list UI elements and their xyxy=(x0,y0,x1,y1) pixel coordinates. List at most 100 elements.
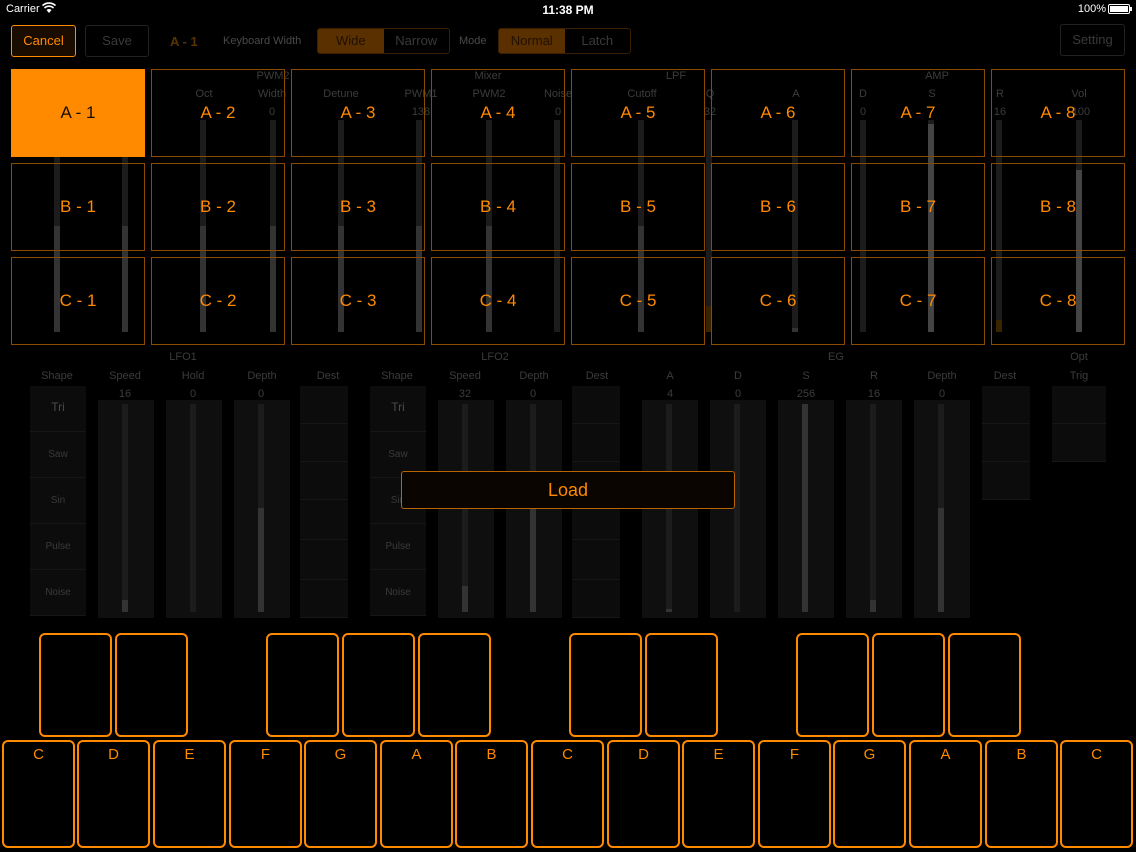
preset-a-7[interactable]: A - 7 xyxy=(851,69,985,157)
save-button[interactable]: Save xyxy=(85,25,149,57)
lfo1-shape-pulse[interactable]: Pulse xyxy=(30,524,86,570)
lfo1-dest-option[interactable] xyxy=(300,540,348,580)
white-key-e[interactable]: E xyxy=(682,740,755,848)
preset-b-8[interactable]: B - 8 xyxy=(991,163,1125,251)
preset-b-2[interactable]: B - 2 xyxy=(151,163,285,251)
preset-a-6[interactable]: A - 6 xyxy=(711,69,845,157)
white-key-d[interactable]: D xyxy=(77,740,150,848)
preset-c-2[interactable]: C - 2 xyxy=(151,257,285,345)
lfo2-dest-option[interactable] xyxy=(572,386,620,424)
black-key-f-sharp[interactable] xyxy=(796,633,869,737)
white-key-b[interactable]: B xyxy=(455,740,528,848)
eg-dest-option[interactable] xyxy=(982,424,1030,462)
white-key-f[interactable]: F xyxy=(758,740,831,848)
param-label: Speed xyxy=(449,370,481,382)
battery-percent: 100% xyxy=(1077,3,1106,15)
param-value: 0 xyxy=(189,388,197,400)
param-value: 0 xyxy=(529,388,537,400)
width-narrow-option[interactable]: Narrow xyxy=(384,29,450,53)
white-key-d[interactable]: D xyxy=(607,740,680,848)
lfo1-dest-option[interactable] xyxy=(300,386,348,424)
white-key-f[interactable]: F xyxy=(229,740,302,848)
lfo2-dest-option[interactable] xyxy=(572,580,620,618)
lfo1-dest-option[interactable] xyxy=(300,424,348,462)
preset-c-4[interactable]: C - 4 xyxy=(431,257,565,345)
lfo2-shape-tri[interactable]: Tri xyxy=(370,386,426,432)
lfo1-dest-option[interactable] xyxy=(300,580,348,618)
preset-b-1[interactable]: B - 1 xyxy=(11,163,145,251)
param-label: Shape xyxy=(381,370,413,382)
param-value: 16 xyxy=(118,388,132,400)
black-key-c-sharp[interactable] xyxy=(39,633,112,737)
preset-c-8[interactable]: C - 8 xyxy=(991,257,1125,345)
eg-dest-option[interactable] xyxy=(982,386,1030,424)
black-key-g-sharp[interactable] xyxy=(342,633,415,737)
lfo1-dest-option[interactable] xyxy=(300,500,348,540)
keyboard-width-label: Keyboard Width xyxy=(223,35,302,47)
opt-trig-option[interactable] xyxy=(1052,386,1106,424)
lfo2-shape-noise[interactable]: Noise xyxy=(370,570,426,616)
preset-a-5[interactable]: A - 5 xyxy=(571,69,705,157)
lfo1-shape-saw[interactable]: Saw xyxy=(30,432,86,478)
keyboard-width-segmented: Wide Narrow xyxy=(317,28,450,54)
preset-b-5[interactable]: B - 5 xyxy=(571,163,705,251)
lfo2-dest-option[interactable] xyxy=(572,424,620,462)
param-value: 0 xyxy=(734,388,742,400)
white-key-g[interactable]: G xyxy=(833,740,906,848)
black-key-a-sharp[interactable] xyxy=(948,633,1021,737)
eg-dest-option[interactable] xyxy=(982,462,1030,500)
setting-button[interactable]: Setting xyxy=(1060,24,1125,56)
param-value: 4 xyxy=(666,388,674,400)
preset-c-6[interactable]: C - 6 xyxy=(711,257,845,345)
toolbar: Cancel Save A - 1 Keyboard Width Wide Na… xyxy=(0,24,1136,60)
white-key-a[interactable]: A xyxy=(909,740,982,848)
preset-c-3[interactable]: C - 3 xyxy=(291,257,425,345)
param-label: R xyxy=(870,370,878,382)
white-key-c[interactable]: C xyxy=(2,740,75,848)
mode-latch-option[interactable]: Latch xyxy=(565,29,631,53)
preset-c-5[interactable]: C - 5 xyxy=(571,257,705,345)
lfo1-shape-tri[interactable]: Tri xyxy=(30,386,86,432)
preset-c-1[interactable]: C - 1 xyxy=(11,257,145,345)
black-key-g-sharp[interactable] xyxy=(872,633,945,737)
lfo2-dest-option[interactable] xyxy=(572,540,620,580)
white-key-a[interactable]: A xyxy=(380,740,453,848)
black-key-a-sharp[interactable] xyxy=(418,633,491,737)
preset-c-7[interactable]: C - 7 xyxy=(851,257,985,345)
param-label: Depth xyxy=(247,370,277,382)
preset-a-4[interactable]: A - 4 xyxy=(431,69,565,157)
param-label: Dest xyxy=(316,370,340,382)
lfo1-shape-noise[interactable]: Noise xyxy=(30,570,86,616)
lfo1-dest-option[interactable] xyxy=(300,462,348,500)
preset-b-4[interactable]: B - 4 xyxy=(431,163,565,251)
slider-track xyxy=(122,404,128,612)
white-key-b[interactable]: B xyxy=(985,740,1058,848)
white-key-g[interactable]: G xyxy=(304,740,377,848)
width-wide-option[interactable]: Wide xyxy=(318,29,384,53)
status-bar: Carrier 11:38 PM 100% xyxy=(0,0,1136,20)
lfo2-shape-pulse[interactable]: Pulse xyxy=(370,524,426,570)
mode-normal-option[interactable]: Normal xyxy=(499,29,565,53)
preset-b-6[interactable]: B - 6 xyxy=(711,163,845,251)
white-key-c[interactable]: C xyxy=(531,740,604,848)
cancel-button[interactable]: Cancel xyxy=(11,25,76,57)
black-key-d-sharp[interactable] xyxy=(645,633,718,737)
lfo1-shape-sin[interactable]: Sin xyxy=(30,478,86,524)
preset-a-2[interactable]: A - 2 xyxy=(151,69,285,157)
black-key-d-sharp[interactable] xyxy=(115,633,188,737)
param-label: Shape xyxy=(41,370,73,382)
preset-grid: A - 1 A - 2 A - 3 A - 4 A - 5 A - 6 A - … xyxy=(11,69,1125,345)
opt-trig-option[interactable] xyxy=(1052,424,1106,462)
white-key-e[interactable]: E xyxy=(153,740,226,848)
preset-a-3[interactable]: A - 3 xyxy=(291,69,425,157)
black-key-f-sharp[interactable] xyxy=(266,633,339,737)
black-key-c-sharp[interactable] xyxy=(569,633,642,737)
param-label: S xyxy=(802,370,810,382)
group-label-eg: EG xyxy=(828,351,844,363)
preset-b-3[interactable]: B - 3 xyxy=(291,163,425,251)
preset-a-1[interactable]: A - 1 xyxy=(11,69,145,157)
white-key-c[interactable]: C xyxy=(1060,740,1133,848)
preset-b-7[interactable]: B - 7 xyxy=(851,163,985,251)
preset-a-8[interactable]: A - 8 xyxy=(991,69,1125,157)
load-button[interactable]: Load xyxy=(401,471,735,509)
